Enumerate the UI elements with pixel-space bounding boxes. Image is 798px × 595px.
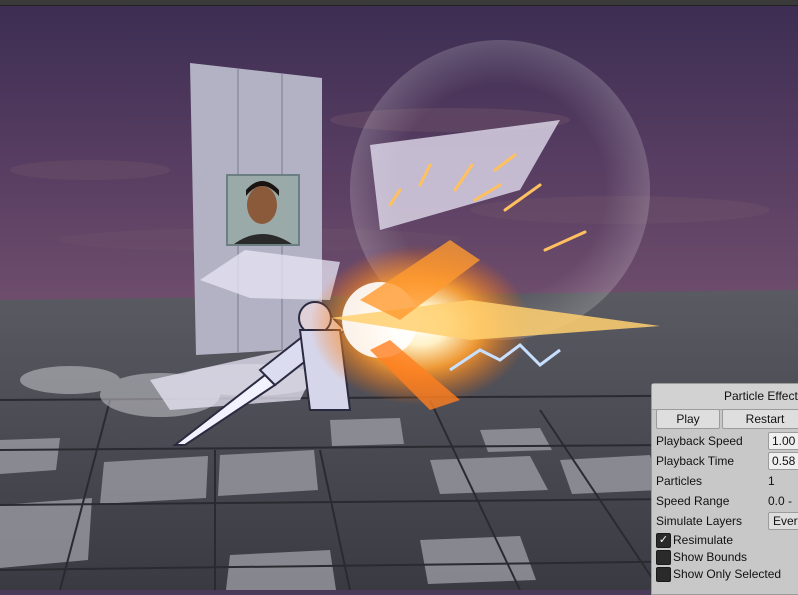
resimulate-label: Resimulate [673,533,734,547]
portrait-photo [226,174,300,246]
playback-time-field[interactable]: 0.58 [768,452,798,470]
playback-speed-field[interactable]: 1.00 [768,432,798,450]
simulate-layers-label: Simulate Layers [656,514,743,528]
particles-label: Particles [656,474,703,488]
simulate-layers-dropdown[interactable]: Everything [768,512,798,530]
top-toolbar [0,0,798,6]
speed-range-value: 0.0 - [768,494,793,508]
play-button[interactable]: Play [656,409,720,429]
show-bounds-label: Show Bounds [673,550,748,564]
particles-count: 1 [768,474,775,488]
show-only-selected-checkbox[interactable] [656,567,671,582]
speed-range-label: Speed Range [656,494,730,508]
playback-time-label: Playback Time [656,454,735,468]
panel-title: Particle Effect [652,384,798,410]
playback-speed-label: Playback Speed [656,434,743,448]
playback-buttons: Play Restart [656,409,798,429]
restart-button[interactable]: Restart [722,409,798,429]
show-bounds-checkbox[interactable] [656,550,671,565]
particle-effect-panel: Particle Effect Play Restart Playback Sp… [651,383,798,595]
resimulate-checkbox[interactable]: ✓ [656,533,671,548]
show-only-selected-label: Show Only Selected [673,567,782,581]
